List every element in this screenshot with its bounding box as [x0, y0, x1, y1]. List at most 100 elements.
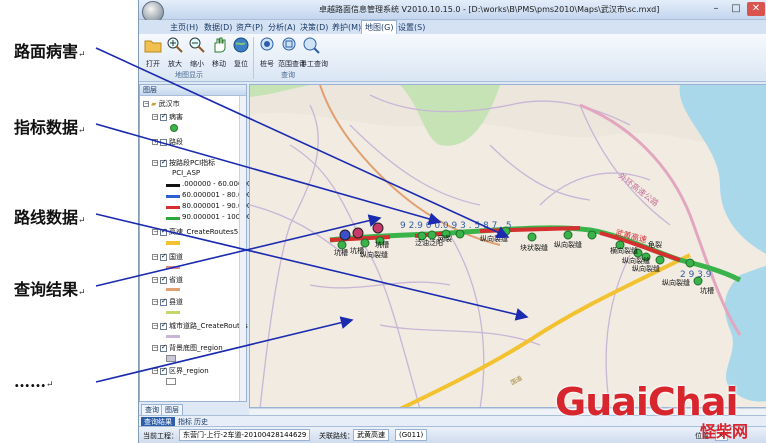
annotation-more: ……↵ [14, 372, 54, 391]
map-label: 块状裂缝 [520, 243, 548, 252]
pan-button[interactable]: 移动 [208, 36, 230, 69]
layer-checkbox[interactable] [160, 227, 167, 236]
manual-search-icon [303, 37, 320, 54]
close-button[interactable]: ✕ [747, 2, 765, 16]
stake-query-button[interactable]: 桩号 [256, 36, 278, 69]
layer-district[interactable]: −区界_region [152, 366, 209, 376]
county-road-swatch [166, 311, 180, 314]
map-label: 纵向裂缝 [360, 250, 388, 259]
layer-county-road[interactable]: −县道 [152, 297, 183, 307]
pci-field-label: PCI_ASP [172, 169, 201, 177]
layer-root[interactable]: − ▰ 武汉市 [143, 99, 180, 109]
layer-segment[interactable]: + 路段 [152, 137, 183, 147]
layer-expressway[interactable]: −高速_CreateRoutes5 [152, 227, 238, 237]
related-route-label: 关联路线： [319, 432, 354, 440]
layer-national-road[interactable]: −国道 [152, 252, 183, 262]
layer-provincial-road[interactable]: −省道 [152, 275, 183, 285]
ribbon-separator [253, 37, 254, 79]
manual-query-button[interactable]: 手工查询 [300, 36, 328, 69]
pci-legend-swatch-4 [166, 217, 180, 220]
pci-legend-swatch-2 [166, 195, 180, 198]
map-label: 横向裂缝 [610, 246, 638, 255]
pci-value-labels: 9 2.9 0 0.0 9 3 . 5 8 7 . 5 [400, 221, 512, 231]
layer-checkbox[interactable] [160, 321, 167, 330]
expand-icon[interactable]: + [152, 139, 158, 145]
layer-panel-title: 图层 [140, 85, 246, 96]
range-query-button[interactable]: 范围查询 [278, 36, 306, 69]
collapse-icon[interactable]: − [152, 299, 158, 305]
map-label: 纵向裂缝 [632, 264, 660, 273]
collapse-icon[interactable]: − [143, 101, 149, 107]
stake-query-label: 桩号 [260, 60, 274, 68]
menu-analysis[interactable]: 分析(A) [265, 21, 299, 34]
layer-pci[interactable]: −按路段PCI指标 [152, 158, 215, 168]
collapse-icon[interactable]: − [152, 345, 158, 351]
ribbon-group-map-display: 地图显示 [175, 71, 203, 79]
ribbon-toolbar: 打开 放大 缩小 移动 复位 桩号 范围查询 手工查询 地图显示 查询 [139, 34, 766, 82]
layer-checkbox[interactable] [160, 138, 167, 146]
map-label: 坑槽 [700, 286, 714, 295]
reset-button[interactable]: 复位 [230, 36, 252, 69]
map-label: 纵向裂缝 [480, 234, 508, 243]
range-search-icon [282, 37, 296, 51]
zoom-in-button[interactable]: 放大 [164, 36, 186, 69]
collapse-icon[interactable]: − [152, 160, 158, 166]
map-label: 网裂 [438, 234, 452, 243]
status-bar: 当前工程： 东营门-上行-2车道-20100428144629 关联路线： 武黄… [139, 426, 766, 443]
collapse-icon[interactable]: − [152, 368, 158, 374]
menu-decision[interactable]: 决策(D) [297, 21, 331, 34]
layer-checkbox[interactable] [160, 158, 167, 167]
map-view[interactable]: 坑槽 坑槽 坑槽 纵向裂缝 泛油泛阳 网裂 纵向裂缝 块状裂缝 纵向裂缝 横向裂… [249, 84, 766, 408]
distress-symbol-icon [170, 124, 178, 132]
layer-checkbox[interactable] [160, 297, 167, 306]
layer-distress[interactable]: −病害 [152, 112, 183, 122]
road-label: 国道 [509, 374, 523, 387]
annotation-road-distress: 路面病害↵ [14, 42, 86, 61]
menu-map[interactable]: 地图(G) [361, 20, 398, 34]
collapse-icon[interactable]: − [152, 323, 158, 329]
screenshot-stage: 路面病害↵ 指标数据↵ 路线数据↵ 查询结果↵ ……↵ 卓越路面信息管理系统 V… [0, 0, 766, 443]
map-label: 纵向裂缝 [554, 240, 582, 249]
window-title: 卓越路面信息管理系统 V2010.10.15.0 - [D:\works\B\P… [319, 5, 660, 14]
layer-background[interactable]: −背景底图_region [152, 343, 223, 353]
menu-data[interactable]: 数据(D) [201, 21, 235, 34]
map-folder-icon: ▰ [151, 100, 157, 108]
pci-legend-swatch-1 [166, 184, 180, 187]
current-project-value: 东营门-上行-2车道-20100428144629 [179, 429, 311, 441]
zoom-in-icon [167, 37, 183, 53]
map-label: 坑槽 [375, 240, 389, 249]
zoom-out-button[interactable]: 缩小 [186, 36, 208, 69]
layer-checkbox[interactable] [160, 366, 167, 375]
collapse-icon[interactable]: − [152, 114, 158, 120]
provincial-road-swatch [166, 288, 180, 291]
layer-panel-scrollbar[interactable] [239, 96, 246, 401]
range-query-label: 范围查询 [278, 60, 306, 68]
menu-assets[interactable]: 资产(P) [233, 21, 266, 34]
expressway-swatch [166, 241, 180, 245]
layer-checkbox[interactable] [160, 275, 167, 284]
menu-maintenance[interactable]: 养护(M) [329, 21, 364, 34]
route-code: (G011) [395, 429, 428, 441]
collapse-icon[interactable]: − [152, 229, 158, 235]
collapse-icon[interactable]: − [152, 254, 158, 260]
background-swatch [166, 355, 176, 362]
minimize-button[interactable]: – [707, 2, 725, 16]
layer-checkbox[interactable] [160, 343, 167, 352]
map-label: 坑槽 [334, 248, 348, 257]
layer-checkbox[interactable] [160, 252, 167, 261]
zoom-out-label: 缩小 [190, 60, 204, 68]
city-road-swatch [166, 335, 180, 338]
pan-label: 移动 [212, 60, 226, 68]
map-canvas[interactable]: 坑槽 坑槽 坑槽 纵向裂缝 泛油泛阳 网裂 纵向裂缝 块状裂缝 纵向裂缝 横向裂… [250, 85, 766, 408]
layer-panel: 图层 −▰ 武汉市 −病害 +路段 −按路段PCI指标 PCI_ASP .000… [139, 84, 251, 402]
collapse-icon[interactable]: − [152, 277, 158, 283]
app-window: 卓越路面信息管理系统 V2010.10.15.0 - [D:\works\B\P… [138, 0, 766, 443]
current-project-label: 当前工程： [143, 432, 178, 440]
layer-city-road[interactable]: −城市道路_CreateRoutes [152, 321, 248, 331]
layer-checkbox[interactable] [160, 112, 167, 121]
watermark-chinese: 怪柴网 [700, 422, 749, 441]
menu-settings[interactable]: 设置(S) [395, 21, 428, 34]
open-button[interactable]: 打开 [142, 36, 164, 69]
menu-home[interactable]: 主页(H) [167, 21, 201, 34]
maximize-button[interactable]: □ [727, 2, 745, 16]
